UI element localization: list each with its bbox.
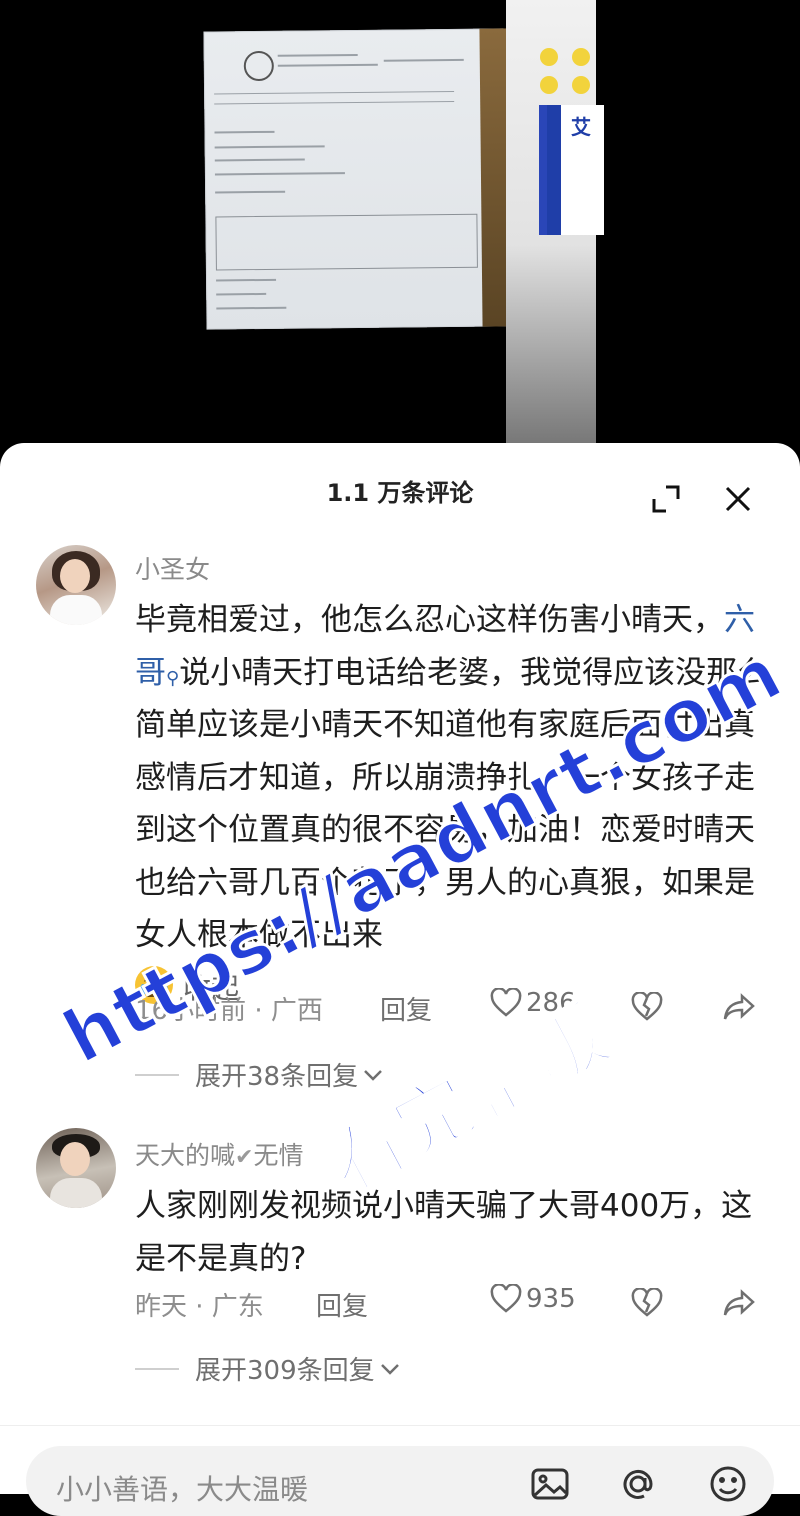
- like-button[interactable]: 935: [490, 1284, 576, 1314]
- sheet-header: 1.1 万条评论: [0, 443, 800, 533]
- avatar[interactable]: [36, 1128, 116, 1208]
- comment-username[interactable]: 天大的喊✔无情: [135, 1136, 303, 1172]
- avatar[interactable]: [36, 545, 116, 625]
- reply-button[interactable]: 回复: [380, 990, 432, 1027]
- chevron-down-icon: [380, 1363, 399, 1375]
- expand-replies-label: 展开309条回复: [195, 1356, 375, 1386]
- medicine-box-photo: 艾: [506, 0, 604, 445]
- check-icon: ✔: [235, 1145, 254, 1170]
- comment-text-part: 毕竟相爱过，他怎么忍心这样伤害小晴天，: [135, 602, 724, 638]
- comment-text: 人家刚刚发视频说小晴天骗了大哥400万，这是不是真的?: [135, 1188, 753, 1277]
- video-media-area[interactable]: 艾: [0, 0, 800, 445]
- comment-username-text: 天大的喊: [135, 1141, 236, 1170]
- comment-text-part: 说小晴天打电话给老婆，我觉得应该没那么简单应该是小晴天不知道他有家庭后面付出真感…: [135, 654, 769, 954]
- broken-heart-icon[interactable]: [628, 988, 666, 1026]
- broken-heart-icon[interactable]: [628, 1284, 666, 1322]
- emoji-icon[interactable]: [706, 1464, 750, 1504]
- chevron-down-icon: [364, 1069, 382, 1081]
- like-button[interactable]: 286: [490, 988, 576, 1018]
- comment-input-placeholder: 小小善语，大大温暖: [56, 1473, 309, 1506]
- at-mention-icon[interactable]: [616, 1464, 660, 1504]
- expand-replies-button[interactable]: 展开309条回复: [135, 1350, 401, 1387]
- comment-text: 毕竟相爱过，他怎么忍心这样伤害小晴天，六哥⚲说小晴天打电话给老婆，我觉得应该没那…: [135, 594, 775, 1015]
- comment-input-bar: 小小善语，大大温暖: [0, 1425, 800, 1516]
- hospital-logo-icon: [243, 50, 274, 82]
- expand-icon[interactable]: [646, 479, 686, 519]
- expand-replies-label: 展开38条回复: [195, 1062, 359, 1092]
- like-count: 935: [526, 1284, 576, 1314]
- document-photo: [203, 28, 513, 330]
- heart-icon: [490, 1284, 522, 1313]
- image-icon[interactable]: [528, 1464, 572, 1504]
- document-table: [215, 213, 478, 271]
- reply-button[interactable]: 回复: [316, 1286, 368, 1323]
- close-icon[interactable]: [718, 479, 758, 519]
- expand-replies-button[interactable]: 展开38条回复: [135, 1056, 384, 1093]
- search-icon[interactable]: ⚲: [166, 668, 179, 689]
- share-icon[interactable]: [720, 988, 758, 1026]
- comment-username[interactable]: 小圣女: [135, 550, 210, 586]
- comment-meta: 16小时前 · 广西: [135, 996, 323, 1026]
- like-count: 286: [526, 988, 576, 1018]
- heart-icon: [490, 988, 522, 1017]
- comment-username-suffix: 无情: [253, 1141, 304, 1170]
- comment-meta: 昨天 · 广东: [135, 1292, 264, 1322]
- share-icon[interactable]: [720, 1284, 758, 1322]
